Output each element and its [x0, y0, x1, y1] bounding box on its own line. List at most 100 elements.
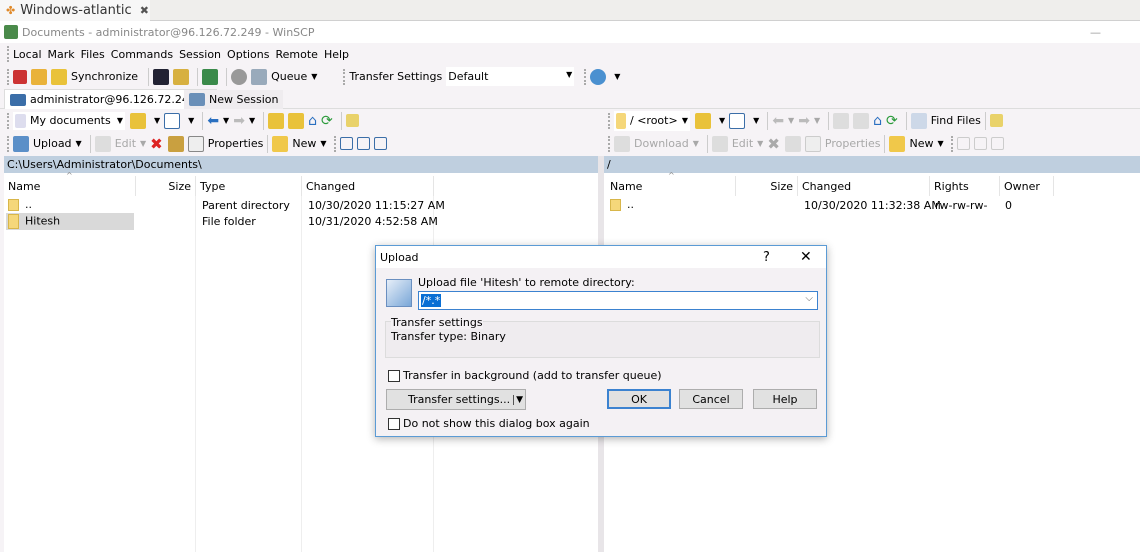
find-files-button[interactable]: Find Files — [931, 114, 981, 127]
dropdown-arrow-icon[interactable]: ▼ — [513, 394, 523, 405]
refresh-icon[interactable]: ⟳ — [886, 113, 898, 129]
queue-button[interactable]: Queue — [271, 70, 307, 83]
properties-button[interactable]: Properties — [825, 137, 881, 150]
rename-icon[interactable] — [784, 135, 801, 152]
upload-button[interactable]: Upload — [33, 137, 72, 150]
close-tab-icon[interactable]: ✖ — [140, 4, 149, 17]
new-session-icon — [189, 93, 205, 106]
help-button[interactable]: Help — [753, 389, 817, 409]
upload-icon — [13, 135, 29, 152]
column-size[interactable]: Size — [736, 176, 798, 196]
refresh-panels-icon[interactable] — [202, 68, 219, 85]
remote-directory-combobox[interactable]: /*.* ⌵ — [418, 291, 818, 310]
preferences-gear-icon[interactable] — [231, 68, 248, 85]
browser-tab[interactable]: ✤ Windows-atlantic ✖ — [0, 0, 150, 21]
column-rights[interactable]: Rights — [930, 176, 1000, 196]
menu-mark[interactable]: Mark — [48, 48, 75, 61]
back-arrow-icon[interactable]: ⬅ — [207, 113, 219, 129]
synchronize-button[interactable]: Synchronize — [71, 70, 138, 83]
edit-button[interactable]: Edit — [115, 137, 136, 150]
help-icon[interactable]: ? — [763, 250, 770, 265]
right-action-toolbar: Download ▼ Edit ▼ ✖ Properties New ▼ — [605, 133, 1008, 154]
menu-bar: Local Mark Files Commands Session Option… — [4, 44, 349, 64]
properties-button[interactable]: Properties — [208, 137, 264, 150]
transfer-settings-button[interactable]: Transfer settings... ▼ — [386, 389, 526, 410]
download-button[interactable]: Download — [634, 137, 689, 150]
folder-icon — [616, 112, 626, 129]
window-title-bar: Documents - administrator@96.126.72.249 … — [0, 21, 1140, 43]
home-icon[interactable]: ⌂ — [308, 113, 317, 129]
tree-icon[interactable] — [989, 114, 1003, 127]
home-icon[interactable]: ⌂ — [873, 113, 882, 129]
select-all-plus-icon[interactable] — [339, 137, 353, 150]
file-row[interactable]: .. 10/30/2020 11:32:38 AM rw-rw-rw- 0 — [604, 197, 1140, 213]
tree-icon[interactable] — [345, 114, 359, 127]
background-transfer-checkbox[interactable]: Transfer in background (add to transfer … — [388, 369, 662, 382]
file-row[interactable]: .. Parent directory 10/30/2020 11:15:27 … — [4, 197, 598, 213]
delete-icon[interactable]: ✖ — [150, 135, 163, 153]
unselect-minus-icon[interactable] — [973, 137, 987, 150]
transfer-settings-select[interactable]: Default ▼ — [446, 67, 575, 86]
back-arrow-icon[interactable]: ⬅ — [772, 113, 784, 129]
column-size[interactable]: Size — [136, 176, 196, 196]
ok-button[interactable]: OK — [607, 389, 671, 409]
column-type[interactable]: Type — [196, 176, 302, 196]
minimize-button[interactable]: — — [1090, 26, 1101, 39]
new-button[interactable]: New — [292, 137, 316, 150]
filter-icon[interactable] — [164, 112, 181, 129]
putty-icon[interactable] — [173, 68, 190, 85]
filter-icon[interactable] — [729, 112, 746, 129]
forward-arrow-icon[interactable]: ➡ — [798, 113, 810, 129]
menu-commands[interactable]: Commands — [111, 48, 173, 61]
rename-icon[interactable] — [167, 135, 184, 152]
refresh-icon[interactable]: ⟳ — [321, 113, 333, 129]
dont-show-again-checkbox[interactable]: Do not show this dialog box again — [388, 417, 590, 430]
queue-icon[interactable] — [251, 68, 268, 85]
synchronize-icon[interactable] — [51, 68, 67, 85]
terminal-icon[interactable] — [153, 68, 170, 85]
root-directory-icon[interactable] — [853, 112, 870, 129]
globe-icon[interactable] — [590, 68, 607, 85]
file-row-selected[interactable]: Hitesh File folder 10/31/2020 4:52:58 AM — [4, 213, 598, 230]
column-changed[interactable]: Changed — [798, 176, 930, 196]
parent-directory-icon[interactable] — [833, 112, 850, 129]
unselect-minus-icon[interactable] — [356, 137, 370, 150]
filter-select-icon[interactable] — [373, 137, 387, 150]
menu-options[interactable]: Options — [227, 48, 269, 61]
new-session-tab[interactable]: New Session — [184, 90, 284, 109]
parent-directory-icon[interactable] — [268, 112, 285, 129]
app-logo-icon: ✤ — [6, 4, 16, 17]
compare-directories-icon[interactable] — [13, 69, 27, 84]
menu-session[interactable]: Session — [179, 48, 221, 61]
root-directory-icon[interactable] — [288, 112, 305, 129]
menu-help[interactable]: Help — [324, 48, 349, 61]
monitor-icon — [10, 93, 26, 106]
menu-files[interactable]: Files — [81, 48, 105, 61]
menu-local[interactable]: Local — [13, 48, 42, 61]
right-location-select[interactable]: / <root> ▼ — [614, 110, 690, 131]
column-changed[interactable]: Changed — [302, 176, 434, 196]
filter-select-icon[interactable] — [990, 137, 1004, 150]
close-icon[interactable]: ✕ — [800, 249, 812, 265]
forward-arrow-icon[interactable]: ➡ — [233, 113, 245, 129]
select-all-plus-icon[interactable] — [956, 137, 970, 150]
edit-icon — [711, 135, 728, 152]
upload-dialog: Upload ? ✕ Upload file 'Hitesh' to remot… — [375, 245, 827, 437]
column-headers: Name Size Type Changed ^ — [4, 171, 598, 196]
parent-folder-icon — [8, 199, 19, 211]
synchronize-browsing-icon[interactable] — [31, 68, 47, 85]
left-location-select[interactable]: My documents ▼ — [13, 111, 125, 130]
delete-icon[interactable]: ✖ — [767, 135, 780, 153]
new-folder-icon — [272, 135, 289, 152]
chevron-down-icon[interactable]: ▼ — [311, 72, 317, 81]
chevron-down-icon[interactable]: ⌵ — [805, 293, 813, 304]
chevron-down-icon[interactable]: ▼ — [614, 72, 620, 81]
cancel-button[interactable]: Cancel — [679, 389, 743, 409]
new-button[interactable]: New — [909, 137, 933, 150]
column-owner[interactable]: Owner — [1000, 176, 1054, 196]
menu-remote[interactable]: Remote — [276, 48, 318, 61]
open-directory-icon[interactable] — [130, 112, 146, 129]
edit-button[interactable]: Edit — [732, 137, 753, 150]
open-directory-icon[interactable] — [695, 112, 711, 129]
winscp-icon — [4, 25, 18, 39]
